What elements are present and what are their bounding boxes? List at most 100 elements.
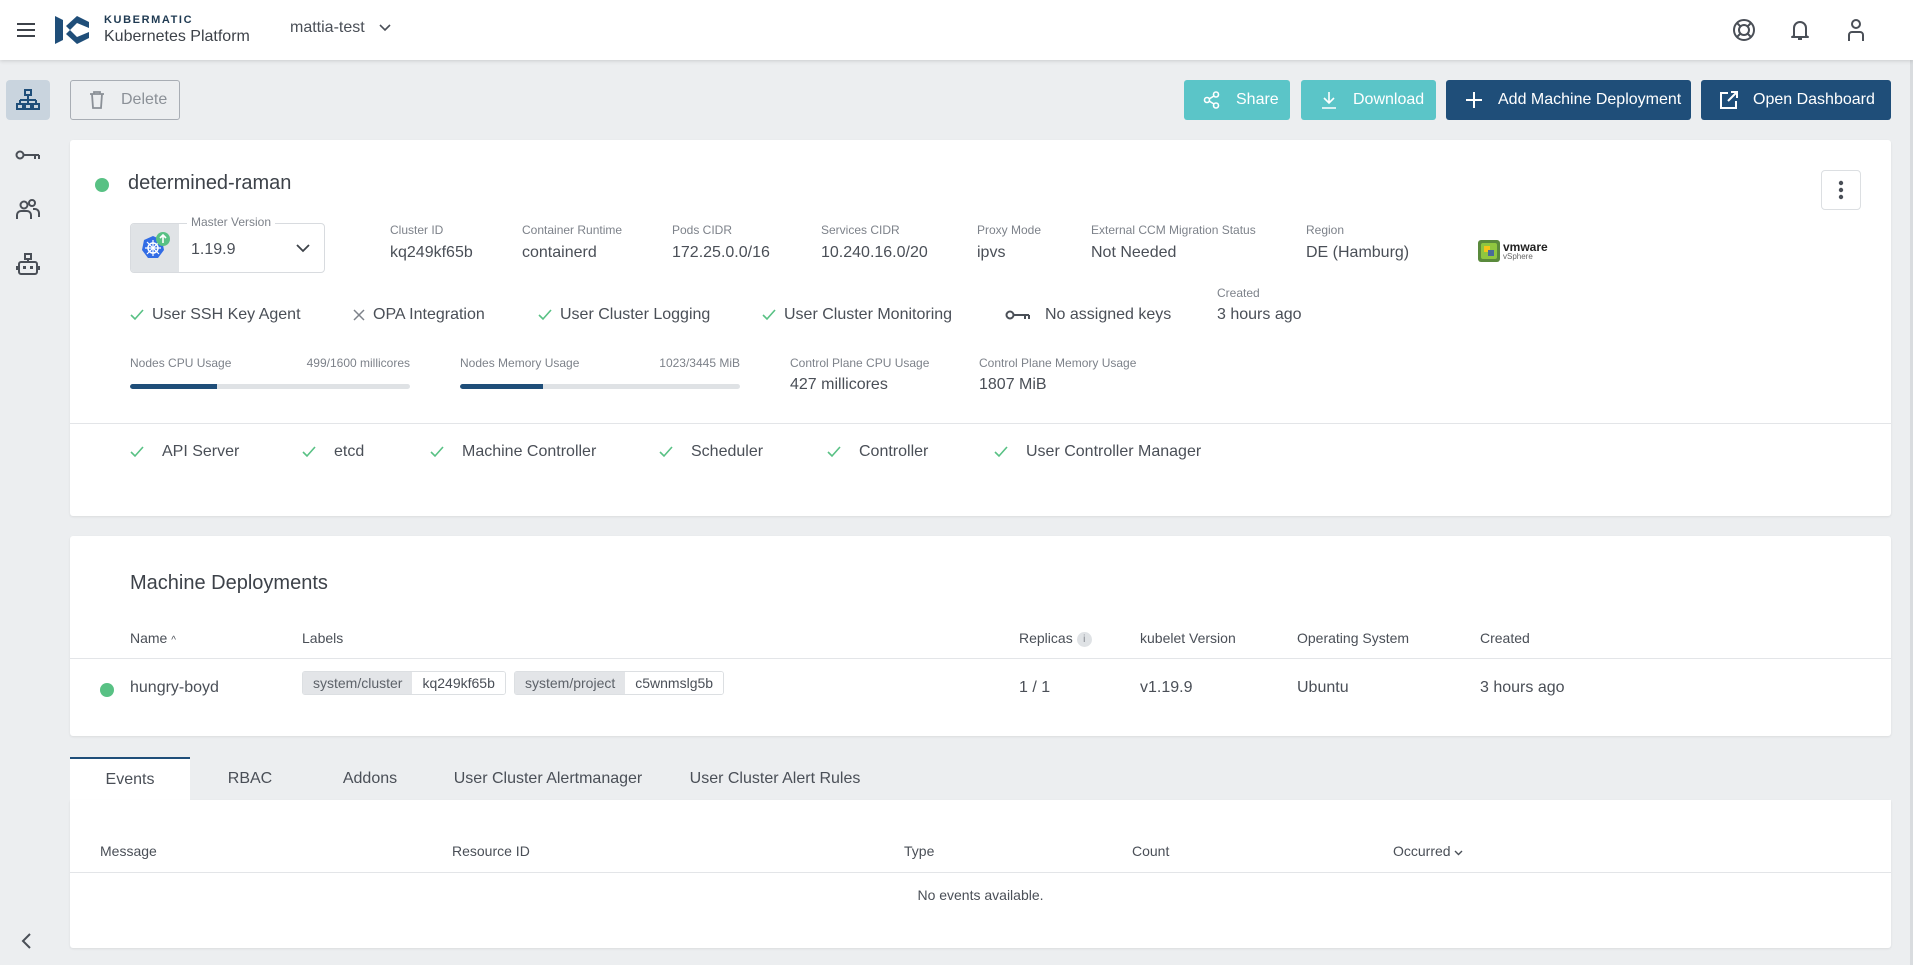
- check-icon: [538, 309, 552, 321]
- nodes-memory-value: 1023/3445 MiB: [659, 356, 740, 370]
- share-icon: [1202, 90, 1222, 110]
- master-version-select[interactable]: Master Version 1.19.9: [130, 215, 325, 273]
- nodes-cpu-progress-fill: [130, 384, 218, 389]
- md-replicas: 1 / 1: [1019, 679, 1051, 696]
- column-header-labels: Labels: [302, 630, 344, 646]
- ccm-migration-value: Not Needed: [1091, 244, 1177, 261]
- add-machine-deployment-button[interactable]: Add Machine Deployment: [1446, 80, 1691, 120]
- tab-user-cluster-alert-rules[interactable]: User Cluster Alert Rules: [666, 757, 884, 800]
- pods-cidr-value: 172.25.0.0/16: [672, 244, 770, 261]
- machine-deployments-title: Machine Deployments: [130, 572, 328, 594]
- brand-name: KUBERMATIC: [104, 14, 194, 26]
- tab-addons[interactable]: Addons: [310, 757, 430, 800]
- cluster-details-card: determined-raman Master Version 1.19.9 C…: [70, 140, 1891, 516]
- nodes-memory-progress-fill: [460, 384, 544, 389]
- close-x-icon: [353, 309, 365, 321]
- md-created: 3 hours ago: [1480, 679, 1565, 696]
- md-name: hungry-boyd: [130, 679, 219, 696]
- proxy-mode-value: ipvs: [977, 244, 1006, 261]
- share-label: Share: [1236, 91, 1279, 108]
- tab-events[interactable]: Events: [70, 757, 190, 800]
- users-icon: [16, 199, 40, 219]
- health-user-controller-manager: User Controller Manager: [994, 443, 1201, 461]
- kubernetes-upgrade-icon: [131, 224, 179, 272]
- feature-ssh-key-agent: User SSH Key Agent: [130, 306, 301, 324]
- notifications-bell-icon[interactable]: [1787, 17, 1813, 43]
- chevron-left-icon: [21, 933, 31, 949]
- label-chip: system/cluster kq249kf65b: [302, 671, 506, 695]
- nodes-cpu-progress: [130, 384, 410, 389]
- check-icon: [994, 446, 1008, 458]
- account-user-icon[interactable]: [1843, 17, 1869, 43]
- master-version-label: Master Version: [187, 215, 276, 229]
- events-empty-message: No events available.: [917, 887, 1044, 903]
- menu-icon[interactable]: [14, 18, 38, 42]
- column-header-resource-id: Resource ID: [452, 843, 530, 859]
- check-icon: [130, 446, 144, 458]
- column-header-occurred[interactable]: Occurred: [1393, 843, 1463, 859]
- info-label: Container Runtime: [522, 223, 623, 237]
- check-icon: [659, 446, 673, 458]
- feature-cluster-logging: User Cluster Logging: [538, 306, 710, 324]
- cp-memory-label: Control Plane Memory Usage: [979, 356, 1137, 370]
- column-header-count: Count: [1132, 843, 1170, 859]
- sidebar-item-clusters[interactable]: [6, 80, 50, 120]
- column-header-replicas: Replicas i: [1019, 630, 1092, 647]
- health-etcd: etcd: [302, 443, 364, 461]
- plus-icon: [1464, 90, 1484, 110]
- brand-subtitle: Kubernetes Platform: [104, 28, 250, 45]
- events-card: Message Resource ID Type Count Occurred …: [70, 800, 1891, 948]
- add-md-label: Add Machine Deployment: [1498, 91, 1682, 108]
- download-label: Download: [1353, 91, 1425, 108]
- cp-cpu-label: Control Plane CPU Usage: [790, 356, 930, 370]
- label-chip: system/project c5wnmslg5b: [514, 671, 725, 695]
- region-value: DE (Hamburg): [1306, 244, 1410, 261]
- check-icon: [302, 446, 316, 458]
- share-button[interactable]: Share: [1184, 80, 1290, 120]
- nodes-cpu-value: 499/1600 millicores: [306, 356, 410, 370]
- delete-label: Delete: [121, 91, 168, 108]
- column-header-created: Created: [1480, 630, 1530, 646]
- container-runtime-value: containerd: [522, 244, 597, 261]
- download-button[interactable]: Download: [1301, 80, 1436, 120]
- info-label: Proxy Mode: [977, 223, 1042, 237]
- table-row[interactable]: hungry-boyd system/cluster kq249kf65b sy…: [70, 659, 1891, 736]
- md-kubelet-version: v1.19.9: [1140, 679, 1193, 696]
- health-controller: Controller: [827, 443, 928, 461]
- key-icon: [15, 150, 40, 160]
- project-selector[interactable]: mattia-test: [290, 19, 391, 37]
- sidebar-item-service-accounts[interactable]: [6, 245, 50, 285]
- tab-rbac[interactable]: RBAC: [190, 757, 310, 800]
- info-label: External CCM Migration Status: [1091, 223, 1256, 237]
- column-header-kubelet: kubelet Version: [1140, 630, 1236, 646]
- info-label: Services CIDR: [821, 223, 900, 237]
- sitemap-icon: [16, 89, 40, 110]
- master-version-value: 1.19.9: [191, 241, 236, 258]
- more-options-button[interactable]: [1821, 170, 1861, 210]
- chevron-down-icon: [296, 240, 310, 258]
- cluster-id-value: kq249kf65b: [390, 244, 473, 261]
- check-icon: [762, 309, 776, 321]
- cp-memory-value: 1807 MiB: [979, 376, 1047, 393]
- tab-user-cluster-alertmanager[interactable]: User Cluster Alertmanager: [430, 757, 666, 800]
- sidebar-collapse-button[interactable]: [20, 932, 34, 955]
- external-link-icon: [1719, 90, 1739, 110]
- sidebar-item-members[interactable]: [6, 190, 50, 230]
- table-header-divider: [70, 872, 1891, 873]
- project-name: mattia-test: [290, 19, 365, 36]
- delete-button[interactable]: Delete: [70, 80, 180, 120]
- help-lifebuoy-icon[interactable]: [1731, 17, 1757, 43]
- created-label: Created: [1217, 286, 1260, 300]
- top-bar: KUBERMATIC Kubernetes Platform mattia-te…: [0, 0, 1913, 60]
- open-dashboard-button[interactable]: Open Dashboard: [1701, 80, 1891, 120]
- check-icon: [130, 309, 144, 321]
- download-icon: [1319, 90, 1339, 110]
- column-header-name[interactable]: Name ^: [130, 630, 176, 646]
- sidebar-item-ssh-keys[interactable]: [6, 135, 50, 175]
- divider: [70, 423, 1891, 424]
- health-machine-controller: Machine Controller: [430, 443, 596, 461]
- info-label: Region: [1306, 223, 1345, 237]
- info-icon[interactable]: i: [1076, 632, 1092, 647]
- info-label: Cluster ID: [390, 223, 444, 237]
- kubermatic-logo[interactable]: [55, 14, 91, 46]
